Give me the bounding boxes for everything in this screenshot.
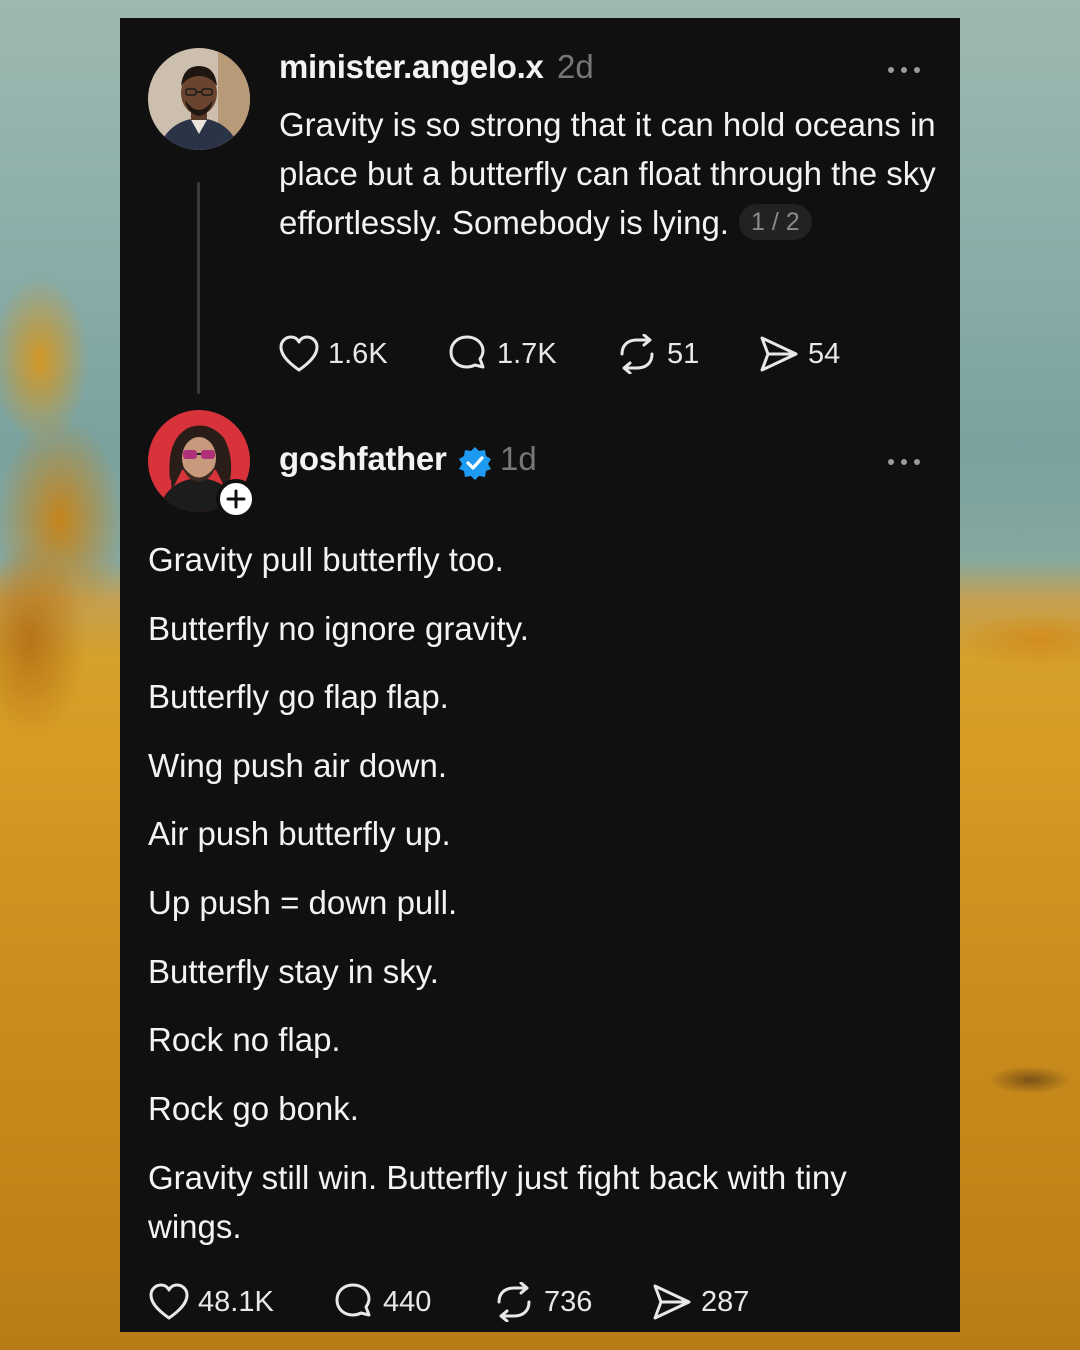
reply-button[interactable]: 440 xyxy=(333,1282,431,1322)
share-button[interactable]: 54 xyxy=(758,334,840,374)
page-indicator-badge: 1 / 2 xyxy=(738,204,812,240)
like-button[interactable]: 48.1K xyxy=(148,1282,274,1322)
reply-line: Gravity still win. Butterfly just fight … xyxy=(148,1159,847,1245)
plus-icon xyxy=(226,489,246,509)
reply-line: Rock no flap. xyxy=(148,1021,341,1058)
send-icon xyxy=(653,1284,691,1320)
reply-count: 440 xyxy=(383,1285,432,1318)
avatar[interactable] xyxy=(148,48,250,150)
like-count: 1.6K xyxy=(328,337,388,370)
reply-line: Gravity pull butterfly too. xyxy=(148,541,504,578)
heart-icon xyxy=(279,335,319,372)
share-count: 287 xyxy=(701,1285,750,1318)
reply-line: Air push butterfly up. xyxy=(148,815,451,852)
heart-icon xyxy=(149,1283,189,1320)
original-post-username[interactable]: minister.angelo.x xyxy=(279,48,544,86)
more-options-icon[interactable] xyxy=(887,458,921,466)
follow-button[interactable] xyxy=(216,479,256,519)
reply-count: 1.7K xyxy=(497,337,557,370)
reply-button[interactable]: 1.7K xyxy=(447,334,557,374)
original-post-body: Gravity is so strong that it can hold oc… xyxy=(279,106,936,241)
more-options-icon[interactable] xyxy=(887,66,921,74)
reply-line: Butterfly no ignore gravity. xyxy=(148,610,529,647)
reply-post-username[interactable]: goshfather xyxy=(279,440,447,478)
original-post-text: Gravity is so strong that it can hold oc… xyxy=(279,100,939,247)
comment-icon xyxy=(449,335,485,369)
share-button[interactable]: 287 xyxy=(651,1282,749,1322)
repost-count: 736 xyxy=(544,1285,593,1318)
repost-button[interactable]: 51 xyxy=(615,334,699,374)
share-count: 54 xyxy=(808,337,841,370)
repost-icon xyxy=(497,1282,531,1322)
original-post-time: 2d xyxy=(557,48,594,85)
reply-line: Rock go bonk. xyxy=(148,1090,359,1127)
comment-icon xyxy=(335,1283,371,1317)
repost-count: 51 xyxy=(667,337,700,370)
repost-button[interactable]: 736 xyxy=(492,1282,592,1322)
reply-line: Butterfly stay in sky. xyxy=(148,953,439,990)
like-button[interactable]: 1.6K xyxy=(278,334,388,374)
reply-line: Butterfly go flap flap. xyxy=(148,678,449,715)
like-count: 48.1K xyxy=(198,1285,274,1318)
reply-line: Wing push air down. xyxy=(148,747,447,784)
reply-line: Up push = down pull. xyxy=(148,884,458,921)
verified-badge-icon xyxy=(459,447,491,480)
reply-post-time: 1d xyxy=(500,440,537,477)
send-icon xyxy=(760,336,798,372)
repost-icon xyxy=(620,334,654,374)
thread-connector-line xyxy=(197,182,200,394)
